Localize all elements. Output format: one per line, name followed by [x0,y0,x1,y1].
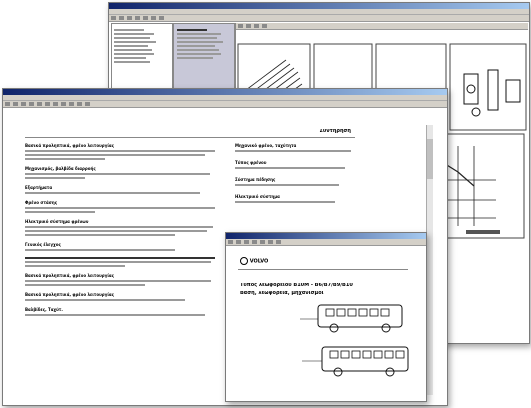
popup-logo: VOLVO [240,257,268,265]
popup-title-line1: Τύπος λεωφορείου Β10Μ - Β6/Β7/Β9/Β10 [240,283,353,288]
section: Μηχανικό φρένο, ταχύτητα [235,143,355,152]
section: Βασικά προληπτικά, φρένο λειτουργίας [25,143,225,160]
section-title: Βαλβίδες, Ταχύτ. [25,307,63,312]
section-title: Φρένο στάσης [25,200,58,205]
section-title: Βασικά προληπτικά, φρένο λειτουργίας [25,143,115,148]
section-title: Ηλεκτρικό σύστημα φρένων [25,219,89,224]
section: Τύπος φρένου [235,160,355,169]
doc-scrollbar[interactable] [426,125,433,395]
section: Ηλεκτρικό σύστημα φρένων [25,219,225,236]
right-column: Μηχανικό φρένο, ταχύτητα Τύπος φρένου Σύ… [235,143,355,211]
section: Βασικά προληπτικά, φρένο λειτουργίας [25,292,225,301]
doc-toolbar[interactable] [3,101,447,108]
section: Φρένο στάσης [25,200,225,213]
section-title: Τύπος φρένου [235,160,267,165]
popup-title-line2: Βάση, λεωφορεία, μηχανισμοί [240,291,324,296]
back-tree-list[interactable] [112,24,172,68]
back-toolbar[interactable] [109,15,529,22]
bus-diagram-2 [302,346,409,377]
section: Εξαρτήματα [25,185,225,194]
left-column: Βασικά προληπτικά, φρένο λειτουργίας Μηχ… [25,143,225,322]
section-title: Βασικά προληπτικά, φρένο λειτουργίας [25,273,115,278]
section-title: Εξαρτήματα [25,185,53,190]
bus-diagrams [300,304,409,377]
section: Ηλεκτρικό σύστημα [235,194,355,203]
doc-scroll-thumb[interactable] [427,139,433,179]
volvo-logo-icon [240,257,248,265]
popup-content: VOLVO Τύπος λεωφορείου Β10Μ - Β6/Β7/Β9/Β… [230,247,420,397]
bus-diagram-1 [300,304,403,333]
section: Βασικά προληπτικά, φρένο λειτουργίας [25,273,225,286]
section: Βαλβίδες, Ταχύτ. [25,307,225,316]
back-list-pane[interactable] [173,23,235,95]
section-title: Βασικά προληπτικά, φρένο λειτουργίας [25,292,115,297]
popup-window: VOLVO Τύπος λεωφορείου Β10Μ - Β6/Β7/Β9/Β… [225,232,427,402]
heading-rule [25,137,355,138]
section-title: Μηχανισμός, βαλβίδα διαρροής [25,166,96,171]
section: Μηχανισμός, βαλβίδα διαρροής [25,166,225,179]
section-title: Γενικός έλεγχος [25,242,61,247]
popup-rule [238,269,408,270]
section: Γενικός έλεγχος [25,242,225,251]
section-title: Σύστημα πέδησης [235,177,276,182]
page-heading: Συντήρηση [319,129,351,134]
section-title: Ηλεκτρικό σύστημα [235,194,280,199]
section-title: Μηχανικό φρένο, ταχύτητα [235,143,297,148]
popup-toolbar[interactable] [226,239,426,246]
drawing-toolbar[interactable] [236,23,528,30]
logo-text: VOLVO [249,258,269,265]
section [25,257,225,267]
section: Σύστημα πέδησης [235,177,355,186]
